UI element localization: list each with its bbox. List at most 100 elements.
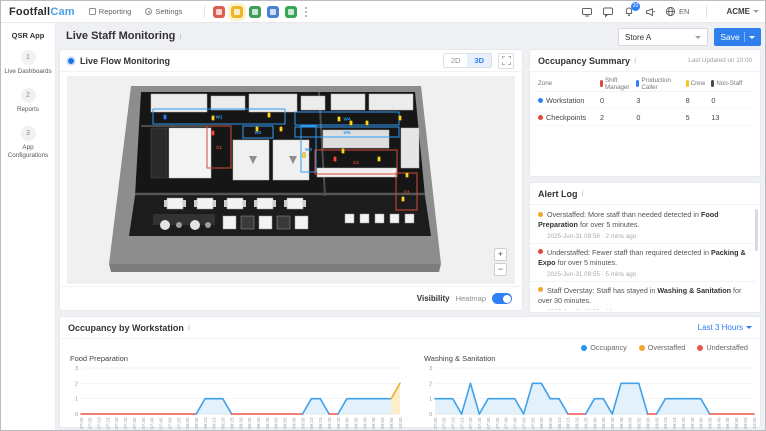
svg-text:C1: C1 [216, 145, 222, 150]
svg-text:08:05: 08:05 [548, 417, 553, 429]
svg-text:09:40: 09:40 [716, 417, 721, 429]
zoom-in-button[interactable]: + [494, 248, 507, 261]
staff-marker-yellow[interactable] [268, 113, 271, 118]
legend-understaffed[interactable]: Understaffed [697, 343, 748, 352]
chart-washing-sanitation: Washing & Sanitation012307:0007:0507:100… [422, 354, 756, 431]
svg-text:09:10: 09:10 [663, 417, 668, 429]
sidebar-item-app-configurations[interactable]: 3App Configurations [1, 126, 55, 160]
staff-marker-yellow[interactable] [256, 127, 259, 132]
legend-overstaffed[interactable]: Overstaffed [639, 343, 686, 352]
fullscreen-icon[interactable] [498, 53, 514, 69]
svg-text:08:40: 08:40 [610, 417, 615, 429]
notifications-bell-icon[interactable]: 20 [623, 6, 635, 18]
staff-marker-red[interactable] [334, 157, 337, 162]
staff-marker-yellow[interactable] [366, 121, 369, 126]
alert-log-panel: Alert Log i Overstaffed: More staff than… [529, 182, 761, 313]
info-icon[interactable]: i [582, 189, 584, 198]
sidebar-item-reports[interactable]: 2Reports [1, 88, 55, 114]
live-indicator-icon [68, 58, 74, 64]
charts-row: Food Preparation012307:0007:0507:1007:15… [68, 354, 752, 431]
alert-list[interactable]: Overstaffed: More staff than needed dete… [530, 206, 756, 310]
nav-reporting[interactable]: Reporting [89, 7, 132, 16]
alert-item[interactable]: Staff Overstay: Staff has stayed in Wash… [530, 282, 756, 310]
svg-text:08:50: 08:50 [274, 417, 279, 429]
divider [744, 32, 745, 42]
heatmap-label: Heatmap [456, 294, 486, 303]
top-bar: FootfallCam Reporting Settings 20 EN ACM… [1, 1, 766, 23]
account-menu[interactable]: ACME [726, 7, 759, 16]
nav-settings[interactable]: Settings [145, 7, 182, 16]
staff-marker-yellow[interactable] [212, 116, 215, 121]
live-flow-header: Live Flow Monitoring 2D 3D [60, 50, 522, 72]
svg-text:07:20: 07:20 [114, 417, 119, 429]
staff-marker-yellow[interactable] [342, 149, 345, 154]
svg-text:08:20: 08:20 [221, 417, 226, 429]
svg-text:09:10: 09:10 [309, 417, 314, 429]
svg-text:3: 3 [429, 366, 432, 372]
divider [204, 5, 205, 18]
save-button[interactable]: Save [714, 28, 761, 46]
svg-text:09:05: 09:05 [300, 417, 305, 429]
staff-marker-yellow[interactable] [303, 153, 306, 158]
svg-text:09:50: 09:50 [734, 417, 739, 429]
retail-app-icon[interactable] [249, 6, 261, 18]
footfallcam-logo[interactable]: FootfallCam [9, 6, 75, 18]
staff-marker-red[interactable] [212, 131, 215, 136]
occupancy-by-workstation-panel: Occupancy by Workstation i Last 3 Hours … [59, 316, 761, 428]
svg-text:07:25: 07:25 [477, 417, 482, 429]
staff-marker-yellow[interactable] [399, 116, 402, 121]
svg-text:08:55: 08:55 [637, 417, 642, 429]
time-range-selector[interactable]: Last 3 Hours [698, 323, 752, 332]
staff-marker-yellow[interactable] [402, 197, 405, 202]
legend-occupancy[interactable]: Occupancy [581, 343, 627, 352]
alert-severity-icon [538, 212, 543, 217]
announcement-icon[interactable] [644, 6, 656, 18]
info-icon[interactable]: i [634, 56, 636, 65]
alert-item[interactable]: Understaffed: Fewer staff than required … [530, 244, 756, 282]
staff-marker-yellow[interactable] [338, 117, 341, 122]
alert-severity-icon [538, 249, 543, 254]
last-updated-label: Last Updated on 10:00 [688, 57, 752, 64]
staff-marker-yellow[interactable] [406, 173, 409, 178]
svg-text:08:00: 08:00 [539, 417, 544, 429]
info-icon[interactable]: i [179, 32, 181, 41]
staff-app-icon[interactable] [213, 6, 225, 18]
svg-text:07:45: 07:45 [159, 417, 164, 429]
chart-plot: 012307:0007:0507:1007:1507:2007:2507:300… [68, 364, 402, 431]
svg-text:07:35: 07:35 [495, 417, 500, 429]
staff-marker-yellow[interactable] [280, 127, 283, 132]
chart-title: Food Preparation [70, 354, 402, 363]
store-selector[interactable]: Store A [618, 28, 708, 46]
view-mode-2d-button[interactable]: 2D [444, 54, 468, 67]
svg-text:07:00: 07:00 [79, 417, 84, 429]
floor-plan-map[interactable]: W1W2W3W4W5C1C2C3 + − [67, 76, 515, 284]
svg-text:08:10: 08:10 [203, 417, 208, 429]
svg-text:07:25: 07:25 [123, 417, 128, 429]
svg-text:07:00: 07:00 [433, 417, 438, 429]
staff-marker-yellow[interactable] [378, 157, 381, 162]
heatmap-toggle[interactable] [492, 293, 512, 304]
svg-text:09:30: 09:30 [345, 417, 350, 429]
chart-title: Washing & Sanitation [424, 354, 756, 363]
staff-marker-blue[interactable] [164, 115, 167, 120]
people-counting-app-icon[interactable] [267, 6, 279, 18]
qsr-app-icon[interactable] [231, 6, 243, 18]
svg-text:09:25: 09:25 [336, 417, 341, 429]
calendar-app-icon[interactable] [285, 6, 297, 18]
alert-item[interactable]: Overstaffed: More staff than needed dete… [530, 206, 756, 244]
feedback-icon[interactable] [602, 6, 614, 18]
scrollbar[interactable] [755, 209, 758, 251]
live-flow-footer: Visibility Heatmap [60, 286, 522, 310]
zoom-out-button[interactable]: − [494, 263, 507, 276]
svg-text:C2: C2 [353, 160, 359, 165]
staff-marker-yellow[interactable] [350, 121, 353, 126]
display-icon[interactable] [581, 6, 593, 18]
map-zoom-controls: + − [494, 248, 507, 276]
view-mode-3d-button[interactable]: 3D [467, 54, 491, 67]
more-apps-icon[interactable] [301, 6, 311, 18]
sidebar-item-live-dashboards[interactable]: 1Live Dashboards [1, 50, 55, 76]
info-icon[interactable]: i [188, 323, 190, 332]
alert-log-header: Alert Log i [530, 183, 760, 205]
language-selector[interactable]: EN [665, 6, 689, 17]
visibility-label: Visibility [417, 294, 450, 303]
